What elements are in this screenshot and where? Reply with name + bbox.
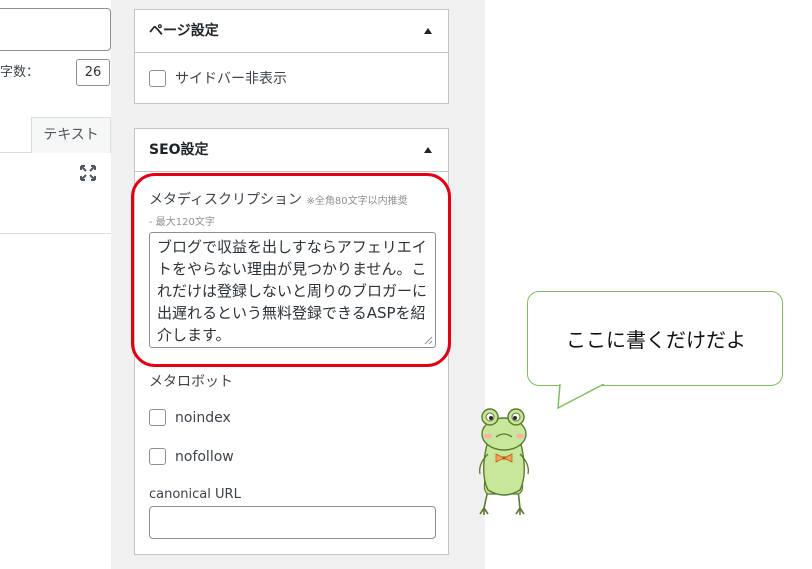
speech-bubble: ここに書くだけだよ: [527, 291, 783, 386]
collapse-arrow-icon[interactable]: [424, 147, 432, 153]
page-settings-box: ページ設定 サイドバー非表示: [134, 9, 449, 104]
post-title-input[interactable]: [0, 8, 111, 51]
hide-sidebar-option[interactable]: サイドバー非表示: [149, 69, 287, 88]
nofollow-option[interactable]: nofollow: [149, 447, 234, 466]
highlight-ring: [131, 173, 451, 367]
nofollow-label: nofollow: [175, 449, 234, 465]
tab-text[interactable]: テキスト: [31, 117, 111, 153]
seo-settings-title: SEO設定: [149, 142, 209, 158]
meta-robots-label: メタロボット: [149, 374, 233, 390]
char-count-value: 26: [76, 59, 110, 86]
canonical-url-label: canonical URL: [149, 487, 241, 502]
char-count-label: 字数：: [0, 65, 40, 80]
speech-bubble-text: ここに書くだけだよ: [566, 328, 746, 352]
noindex-label: noindex: [175, 410, 231, 426]
collapse-arrow-icon[interactable]: [424, 28, 432, 34]
canonical-url-input[interactable]: [149, 506, 436, 539]
hide-sidebar-label: サイドバー非表示: [175, 71, 287, 87]
noindex-option[interactable]: noindex: [149, 408, 231, 427]
noindex-checkbox[interactable]: [149, 408, 166, 426]
hide-sidebar-checkbox[interactable]: [149, 69, 166, 87]
editor-divider: [0, 233, 111, 234]
nofollow-checkbox[interactable]: [149, 447, 166, 465]
fullscreen-icon[interactable]: [79, 164, 97, 182]
editor-column: 字数： 26 テキスト: [0, 0, 111, 569]
frog-mascot-illustration: [479, 408, 529, 515]
seo-settings-header[interactable]: SEO設定: [135, 129, 448, 172]
speech-bubble-tail: [557, 384, 605, 410]
page-settings-header[interactable]: ページ設定: [135, 10, 448, 53]
page-settings-title: ページ設定: [149, 23, 219, 39]
